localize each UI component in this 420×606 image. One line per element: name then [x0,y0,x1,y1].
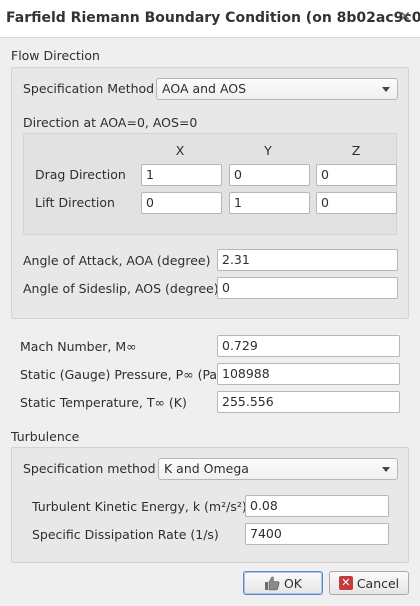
ok-button-label: OK [283,575,303,591]
drag-direction-label: Drag Direction [35,167,126,182]
static-pressure-input[interactable]: 108988 [217,363,400,385]
ok-button[interactable]: OK [243,571,323,595]
mach-number-input[interactable]: 0.729 [217,335,400,357]
mach-number-label: Mach Number, M∞ [20,339,137,354]
lift-direction-x-input[interactable]: 0 [141,192,222,214]
lift-direction-z-input[interactable]: 0 [316,192,397,214]
static-temperature-label: Static Temperature, T∞ (K) [20,395,187,410]
flow-direction-group: Specification Method AOA and AOS Directi… [11,67,409,319]
chevron-down-icon [382,87,390,92]
flow-direction-section-label: Flow Direction [11,48,100,63]
aoa-label: Angle of Attack, AOA (degree) [23,253,211,268]
aos-input[interactable]: 0 [217,277,398,299]
static-temperature-input[interactable]: 255.556 [217,391,400,413]
turbulence-spec-method-dropdown[interactable]: K and Omega [158,458,398,480]
thumbs-up-icon [264,576,280,591]
turbulence-spec-method-value: K and Omega [164,461,249,476]
flow-spec-method-value: AOA and AOS [162,81,247,96]
column-header-z: Z [351,143,361,158]
turbulence-group: Specification method K and Omega Turbule… [11,447,409,563]
column-header-x: X [175,143,185,158]
tke-label: Turbulent Kinetic Energy, k (m²/s²) [32,499,247,514]
static-pressure-label: Static (Gauge) Pressure, P∞ (Pa) [20,367,222,382]
cancel-button-label: Cancel [356,575,400,591]
direction-vector-group: X Y Z Drag Direction 1 0 0 Lift Directio… [23,133,397,235]
turbulence-spec-method-label: Specification method [23,461,156,476]
window-title: Farfield Riemann Boundary Condition (on … [6,10,420,26]
lift-direction-y-input[interactable]: 1 [229,192,310,214]
title-bar: Farfield Riemann Boundary Condition (on … [0,0,420,38]
flow-spec-method-label: Specification Method [23,81,155,96]
turbulence-section-label: Turbulence [11,429,80,444]
sdr-input[interactable]: 7400 [245,523,389,545]
drag-direction-z-input[interactable]: 0 [316,164,397,186]
cancel-icon: ✕ [338,576,353,590]
aoa-input[interactable]: 2.31 [217,249,398,271]
cancel-button[interactable]: ✕ Cancel [329,571,409,595]
sdr-label: Specific Dissipation Rate (1/s) [32,527,219,542]
tke-input[interactable]: 0.08 [245,495,389,517]
drag-direction-x-input[interactable]: 1 [141,164,222,186]
column-header-y: Y [264,143,272,158]
drag-direction-y-input[interactable]: 0 [229,164,310,186]
lift-direction-label: Lift Direction [35,195,115,210]
aos-label: Angle of Sideslip, AOS (degree) [23,281,219,296]
direction-at-label: Direction at AOA=0, AOS=0 [23,115,198,130]
close-icon[interactable]: ✕ [399,9,411,25]
flow-spec-method-dropdown[interactable]: AOA and AOS [156,78,398,100]
chevron-down-icon [382,467,390,472]
